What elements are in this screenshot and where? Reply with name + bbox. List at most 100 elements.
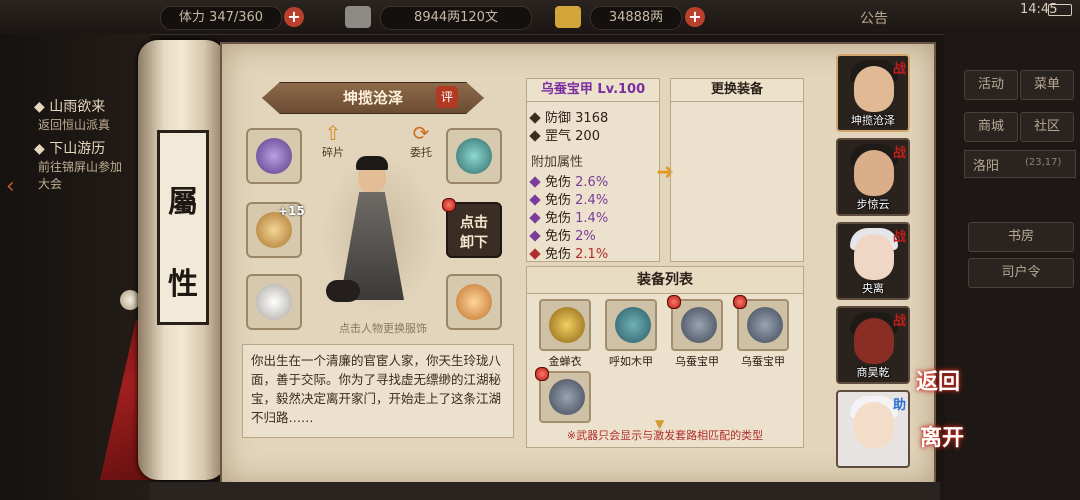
diamond-icon	[529, 130, 541, 142]
equip-item[interactable]	[539, 299, 591, 351]
silver-display: 8944两120文	[380, 6, 532, 30]
extra-stat: 免伤 2.1%	[529, 243, 609, 262]
team-member[interactable]: 战 步惊云	[836, 138, 910, 216]
quest-sub: 前往锦屏山参加	[38, 160, 123, 174]
gear-slot-weapon[interactable]: +15	[246, 202, 305, 258]
entrust-button[interactable]: ⟳ 委托	[406, 122, 436, 160]
role-tag: 战	[892, 230, 906, 245]
avatar	[854, 150, 894, 196]
quest-title: 山雨欲来	[49, 99, 106, 115]
attribute-tab[interactable]: 屬 性	[157, 130, 209, 325]
rate-button[interactable]: 评	[436, 86, 458, 108]
gold-icon	[555, 6, 581, 28]
diamond-icon	[529, 212, 541, 224]
equip-item-name: 乌蚕宝甲	[675, 355, 719, 368]
team-member-name: 步惊云	[856, 198, 890, 211]
stat-value: 2.6%	[575, 175, 609, 190]
extra-attr-title: 附加属性	[531, 155, 584, 170]
menu-button[interactable]: 菜单	[1020, 70, 1074, 100]
diamond-icon	[529, 230, 541, 242]
notice-button[interactable]: 公告	[860, 8, 888, 28]
chevron-left-icon[interactable]: ‹	[6, 174, 15, 199]
bottom-bar	[150, 482, 940, 500]
city-name: 洛阳	[973, 159, 1000, 174]
extra-stat: 免伤 2.4%	[529, 189, 609, 208]
role-tag: 战	[892, 62, 906, 77]
swap-equipment-panel[interactable]: 更换装备	[670, 78, 804, 262]
extra-stat: 免伤 2.6%	[529, 171, 609, 190]
change-outfit-hint: 点击人物更换服饰	[339, 322, 427, 335]
swap-icon: ⟳	[412, 121, 430, 145]
armor-silk-icon	[549, 379, 585, 415]
quest-item[interactable]: ◆ 下山游历 前往锦屏山参加 大会	[34, 138, 122, 192]
cat-icon	[326, 280, 360, 302]
armor-gold-icon	[549, 307, 585, 343]
team-member[interactable]: 助	[836, 390, 910, 468]
team-member[interactable]: 战 坤揽沧泽	[836, 54, 910, 132]
equip-item[interactable]	[605, 299, 657, 351]
ring-icon	[256, 284, 292, 320]
back-button[interactable]: 返回	[916, 364, 960, 396]
quest-title: 下山游历	[49, 141, 106, 157]
stat-label: 免伤	[545, 193, 572, 208]
equipment-list: 装备列表 金蝉衣 呼如木甲 乌蚕宝甲 乌蚕宝甲 ▼ ※武器只会显示与激发套路相匹…	[526, 266, 804, 448]
quest-sub-2: 大会	[38, 177, 63, 191]
gear-slot-accessory[interactable]	[446, 128, 502, 184]
role-tag: 助	[892, 398, 906, 413]
leave-button[interactable]: 离开	[920, 420, 964, 452]
stat-qi: 罡气 200	[529, 125, 600, 144]
stat-label: 免伤	[545, 247, 572, 262]
gear-slot-helmet[interactable]	[246, 128, 302, 184]
team-member-name: 坤揽沧泽	[851, 114, 895, 127]
tassel-bead-icon	[120, 290, 140, 310]
fragment-button[interactable]: ⇧ 碎片	[318, 122, 348, 160]
equip-item-name: 乌蚕宝甲	[741, 355, 785, 368]
avatar	[854, 66, 894, 112]
study-button[interactable]: 书房	[968, 222, 1074, 252]
quest-sub: 返回恒山派真	[38, 118, 111, 132]
swap-title: 更换装备	[671, 79, 803, 102]
stat-label: 防御	[545, 111, 572, 126]
stat-label: 免伤	[545, 229, 572, 244]
unequip-line-2: 卸下	[460, 235, 488, 251]
gear-slot-ring[interactable]	[246, 274, 302, 330]
battery-icon	[1048, 4, 1072, 16]
diamond-icon	[529, 112, 541, 124]
armor-title: 乌蚕宝甲 Lv.100	[527, 79, 659, 102]
arrow-up-icon: ⇧	[324, 121, 342, 145]
team-member[interactable]: 战 央离	[836, 222, 910, 300]
unequip-button[interactable]: 点击 卸下	[446, 202, 502, 258]
role-tag: 战	[892, 146, 906, 161]
diamond-icon	[529, 176, 541, 188]
top-bar: 体力 347/360 + 8944两120文 34888两 + 公告 14:45	[0, 0, 1080, 35]
add-gold-button[interactable]: +	[685, 7, 705, 27]
necklace-icon	[456, 284, 492, 320]
stat-value: 2.4%	[575, 193, 609, 208]
command-button[interactable]: 司户令	[968, 258, 1074, 288]
diamond-icon	[529, 248, 541, 260]
quest-item[interactable]: ◆ 山雨欲来 返回恒山派真	[34, 96, 110, 133]
armor-silk-icon	[747, 307, 783, 343]
unequip-line-1: 点击	[460, 215, 488, 231]
tab-char-2: 性	[168, 267, 198, 302]
alert-dot-icon	[535, 367, 549, 381]
stat-label: 免伤	[545, 211, 572, 226]
add-stamina-button[interactable]: +	[284, 7, 304, 27]
activity-button[interactable]: 活动	[964, 70, 1018, 100]
armor-silk-icon	[681, 307, 717, 343]
team-member[interactable]: 战 商昊乾	[836, 306, 910, 384]
armor-stats-panel: 乌蚕宝甲 Lv.100 防御 3168 罡气 200 附加属性 免伤 2.6% …	[526, 78, 660, 262]
gear-slot-necklace[interactable]	[446, 274, 502, 330]
diamond-icon	[529, 194, 541, 206]
armor-wood-icon	[615, 307, 651, 343]
avatar	[854, 318, 894, 364]
silver-icon	[345, 6, 371, 28]
stat-defense: 防御 3168	[529, 107, 608, 126]
community-button[interactable]: 社区	[1020, 112, 1074, 142]
stat-value: 2.1%	[575, 247, 609, 262]
avatar	[854, 234, 894, 280]
stat-label: 罡气	[545, 129, 572, 144]
shop-button[interactable]: 商城	[964, 112, 1018, 142]
coordinates: (23,17)	[1025, 157, 1062, 168]
bio-text: 你出生在一个清廉的官宦人家，你天生玲珑八面，善于交际。你为了寻找虚无缥缈的江湖秘…	[251, 353, 502, 425]
